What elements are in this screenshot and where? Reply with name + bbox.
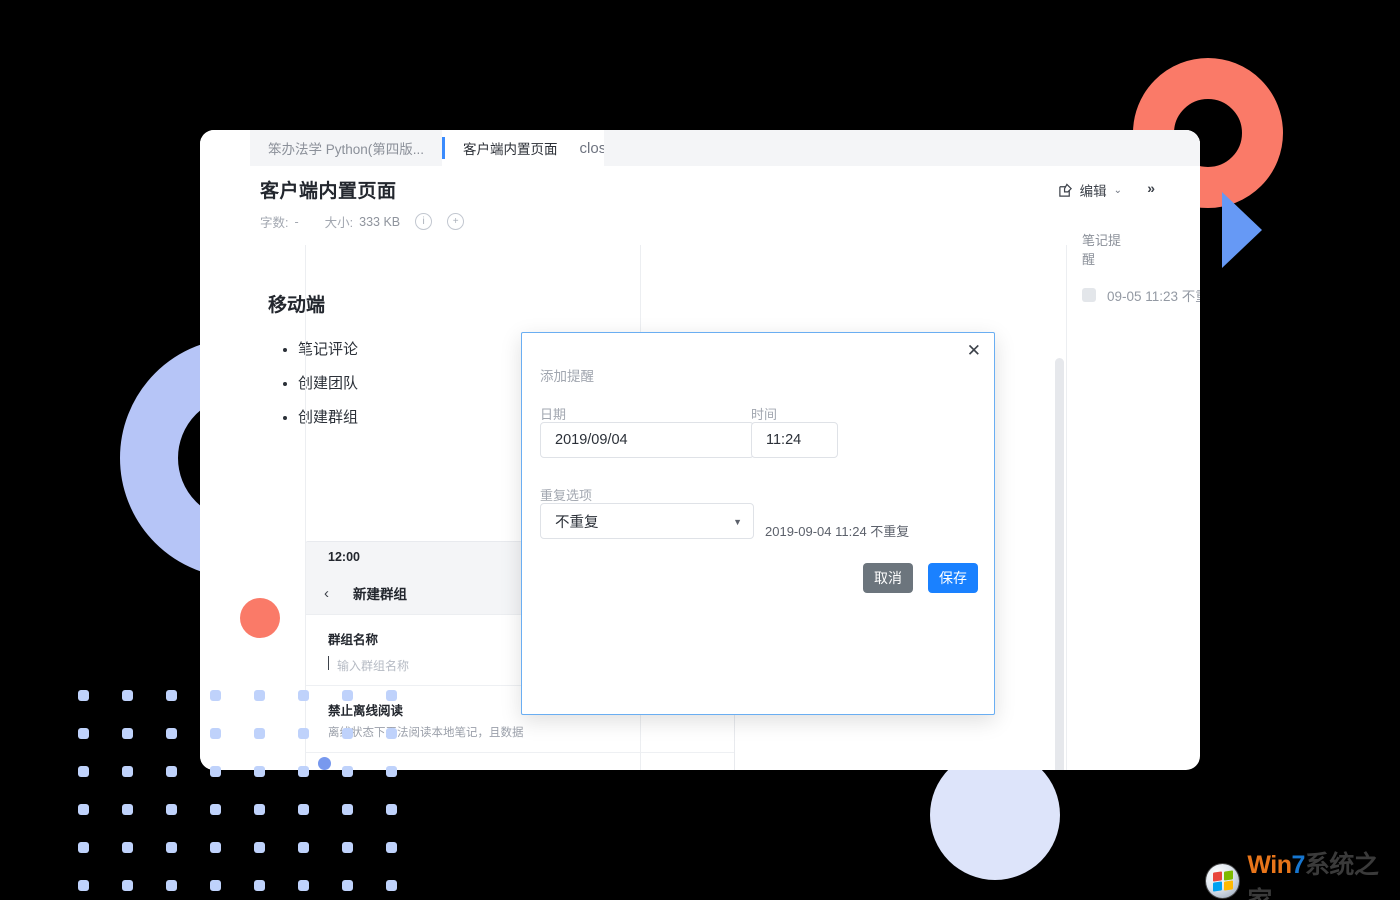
watermark-win: Win bbox=[1247, 851, 1292, 879]
bullet-list: 笔记评论 创建团队 创建群组 bbox=[272, 333, 358, 435]
size-label: 大小: bbox=[324, 216, 354, 230]
tab-inactive-python[interactable]: 笨办法学 Python(第四版... bbox=[250, 130, 443, 166]
word-count-value: - bbox=[294, 214, 299, 229]
tab-active-client-page[interactable]: 客户端内置页面 close-icon bbox=[445, 130, 648, 166]
repeat-field-label: 重复选项 bbox=[540, 488, 593, 503]
info-icon[interactable]: i bbox=[415, 213, 433, 230]
vertical-scrollbar[interactable] bbox=[1055, 358, 1064, 770]
watermark: Win7系统之家 bbox=[1206, 845, 1400, 900]
tab-label: 客户端内置页面 bbox=[463, 142, 558, 157]
mockup-time: 12:00 bbox=[328, 550, 360, 564]
checkbox-icon[interactable] bbox=[1082, 288, 1096, 302]
page-title: 客户端内置页面 bbox=[260, 181, 397, 202]
edit-label: 编辑 bbox=[1079, 184, 1107, 199]
tab-bar: 笨办法学 Python(第四版... 客户端内置页面 close-icon bbox=[200, 130, 1200, 166]
dot-grid-decoration bbox=[78, 690, 397, 900]
dot-grid-row bbox=[78, 880, 397, 891]
screenshot-stage: 笨办法学 Python(第四版... 客户端内置页面 close-icon 客户… bbox=[0, 0, 1400, 900]
edit-button[interactable]: 编辑 ⌄ bbox=[1058, 180, 1122, 200]
date-input[interactable]: 2019/09/04 bbox=[540, 422, 754, 458]
watermark-text: Win7系统之家 bbox=[1247, 845, 1400, 900]
add-icon[interactable]: + bbox=[447, 213, 465, 230]
reminder-panel-header: 笔记提醒 添加提醒 ⋮ bbox=[1082, 230, 1200, 268]
more-chevrons-icon[interactable]: » bbox=[1147, 180, 1155, 196]
time-input[interactable]: 11:24 bbox=[751, 422, 838, 458]
chevron-down-icon: ⌄ bbox=[1113, 184, 1122, 196]
reminder-panel-title: 笔记提醒 bbox=[1082, 233, 1122, 267]
back-chevron-icon: ‹ bbox=[324, 584, 329, 602]
close-icon[interactable]: ✕ bbox=[967, 342, 981, 359]
section-heading: 移动端 bbox=[268, 295, 326, 316]
tab-bar-left-spacer bbox=[200, 130, 250, 166]
windows-logo-icon bbox=[1206, 864, 1240, 898]
dot-grid-row bbox=[78, 804, 397, 815]
add-reminder-dialog: ✕ 添加提醒 日期 2019/09/04 时间 11:24 重复选项 不重复 ▼… bbox=[521, 332, 995, 715]
dot-grid-row bbox=[78, 728, 397, 739]
blue-triangle-decoration bbox=[1222, 192, 1262, 268]
reminder-list-item[interactable]: 09-05 11:23 不重复 bbox=[1082, 285, 1200, 305]
watermark-seven: 7 bbox=[1291, 851, 1305, 879]
date-input-value: 2019/09/04 bbox=[555, 432, 628, 448]
size-value: 333 KB bbox=[359, 214, 401, 229]
reminder-preview-text: 2019-09-04 11:24 不重复 bbox=[765, 524, 910, 539]
repeat-select-value: 不重复 bbox=[555, 514, 599, 531]
time-field-label: 时间 bbox=[751, 407, 778, 422]
dot-grid-row bbox=[78, 766, 397, 777]
tab-label: 笨办法学 Python(第四版... bbox=[268, 142, 425, 157]
close-icon[interactable]: close-icon bbox=[580, 141, 648, 156]
list-item: 创建群组 bbox=[298, 401, 358, 435]
dialog-title: 添加提醒 bbox=[540, 369, 594, 384]
reminder-item-text: 09-05 11:23 不重复 bbox=[1107, 289, 1200, 304]
list-item: 创建团队 bbox=[298, 367, 358, 401]
tab-bar-tail bbox=[603, 130, 1200, 166]
dot-grid-row bbox=[78, 842, 397, 853]
chevron-down-icon: ▼ bbox=[733, 517, 742, 527]
time-input-value: 11:24 bbox=[766, 432, 802, 448]
date-field-label: 日期 bbox=[540, 407, 567, 422]
repeat-select[interactable]: 不重复 ▼ bbox=[540, 503, 754, 539]
reminder-panel: 笔记提醒 添加提醒 ⋮ 09-05 11:23 不重复 bbox=[1066, 233, 1200, 770]
mockup-nav-title: 新建群组 bbox=[353, 587, 407, 602]
dot-grid-row bbox=[78, 690, 397, 701]
word-count-label: 字数: bbox=[260, 216, 289, 230]
cancel-button[interactable]: 取消 bbox=[863, 563, 913, 593]
edit-square-icon bbox=[1058, 182, 1072, 197]
save-button[interactable]: 保存 bbox=[928, 563, 978, 593]
list-item: 笔记评论 bbox=[298, 333, 358, 367]
note-meta: 字数: - 大小: 333 KB i + bbox=[260, 212, 465, 231]
